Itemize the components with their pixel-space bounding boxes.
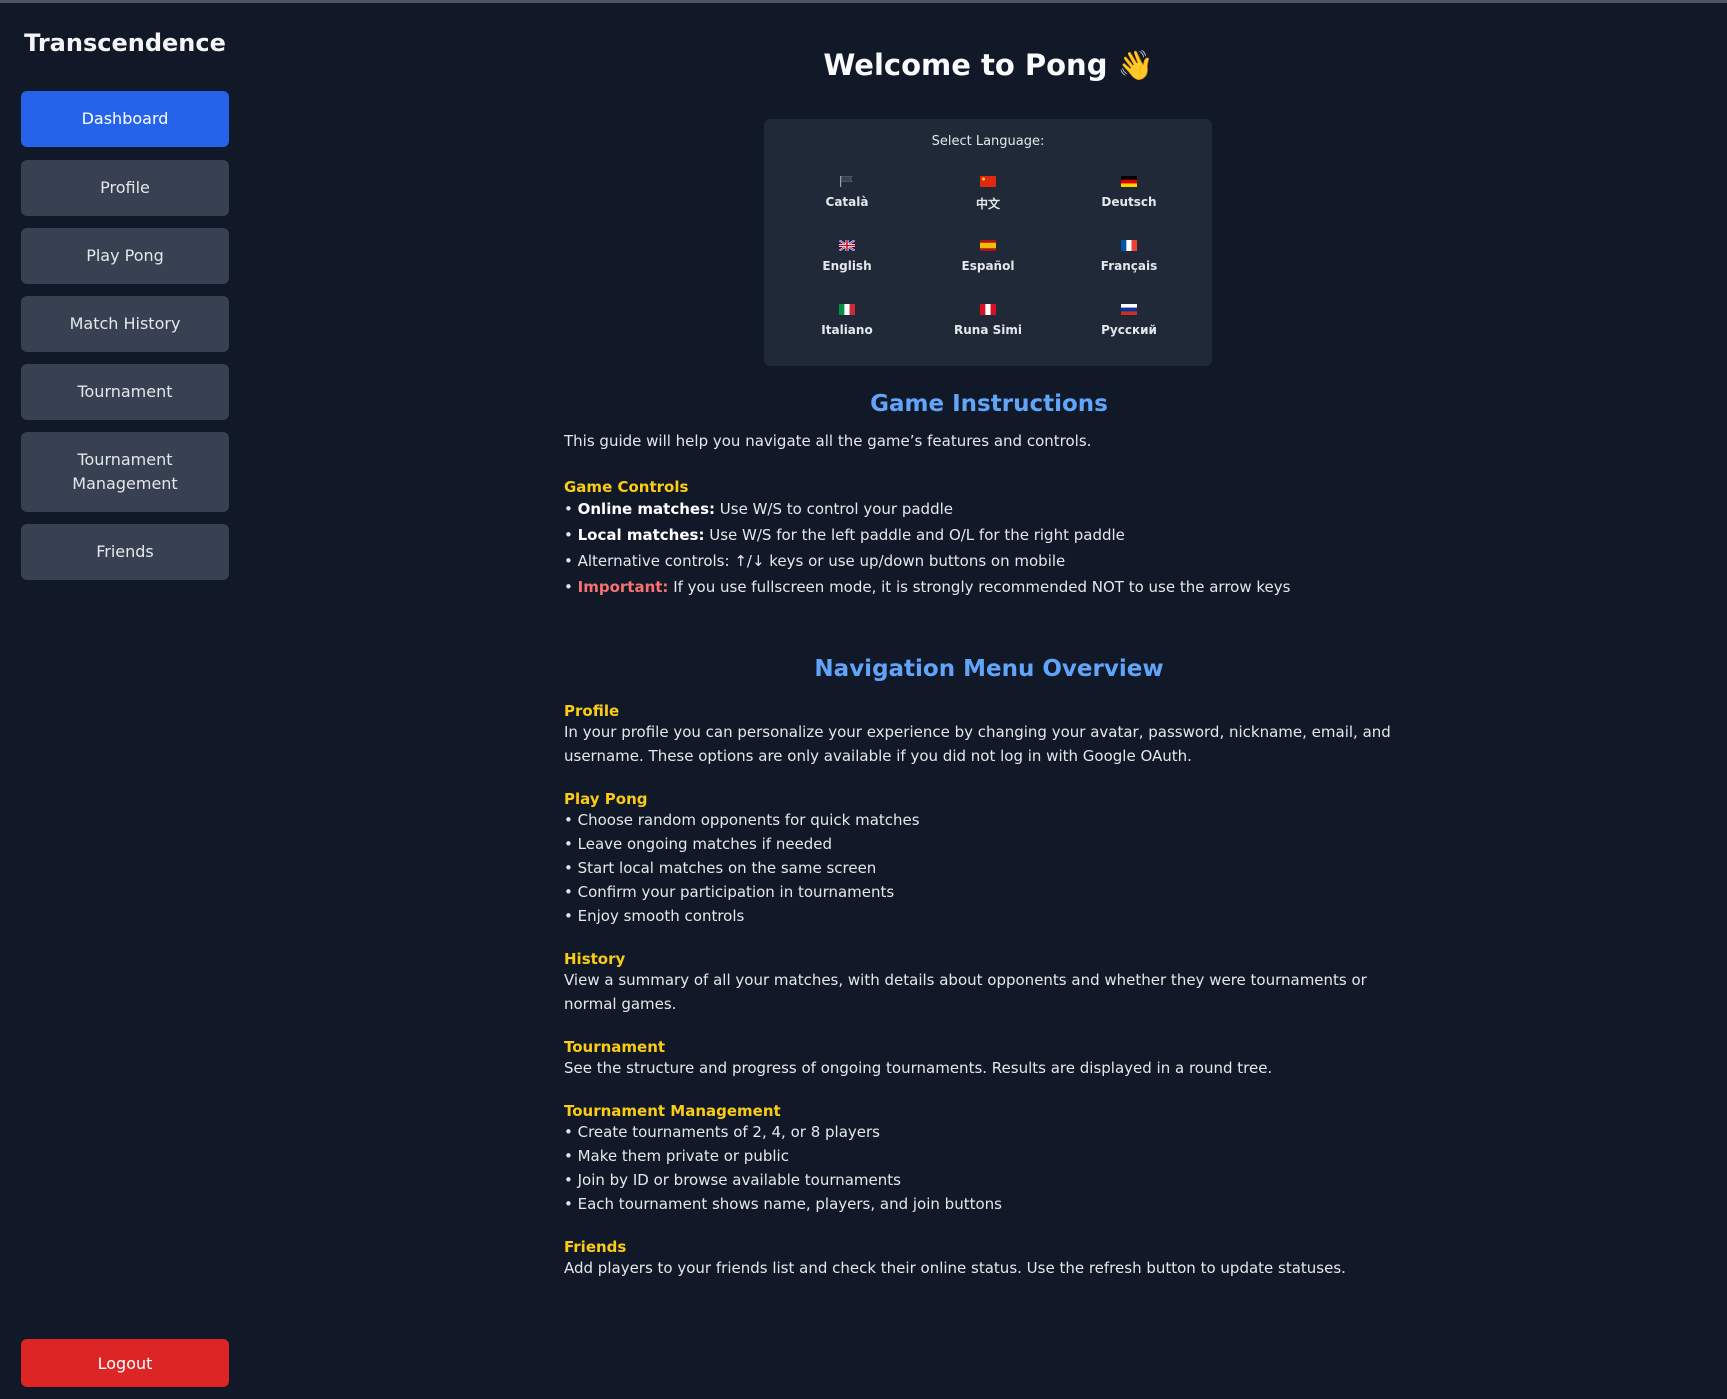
navigation-overview-title: Navigation Menu Overview bbox=[814, 656, 1164, 682]
list-item: • Enjoy smooth controls bbox=[564, 907, 745, 925]
control-important: • Important: If you use fullscreen mode,… bbox=[564, 578, 1291, 596]
language-label: 中文 bbox=[975, 197, 1000, 211]
control-local: • Local matches: Use W/S for the left pa… bbox=[564, 526, 1125, 544]
spain-flag-icon bbox=[980, 240, 996, 251]
list-item: • Each tournament shows name, players, a… bbox=[564, 1195, 1002, 1213]
list-item: • Start local matches on the same screen bbox=[564, 859, 877, 877]
language-label: English bbox=[822, 259, 872, 273]
language-option-francais[interactable]: Français bbox=[1069, 240, 1189, 290]
list-item: • Confirm your participation in tourname… bbox=[564, 883, 895, 901]
language-label: Runa Simi bbox=[954, 323, 1022, 337]
list-item: • Create tournaments of 2, 4, or 8 playe… bbox=[564, 1123, 880, 1141]
italy-flag-icon bbox=[839, 304, 855, 315]
nav-dashboard-button[interactable]: Dashboard bbox=[21, 91, 229, 147]
nav-play-pong-button[interactable]: Play Pong bbox=[21, 228, 229, 284]
game-controls-heading: Game Controls bbox=[564, 478, 689, 496]
tournament-heading: Tournament bbox=[564, 1038, 666, 1056]
peru-flag-icon bbox=[980, 304, 996, 315]
language-option-espanol[interactable]: Español bbox=[928, 240, 1048, 290]
language-option-english[interactable]: English bbox=[787, 240, 907, 290]
nav-match-history-button[interactable]: Match History bbox=[21, 296, 229, 352]
language-selector: Select Language: Català 中文 Deutsch Engli… bbox=[764, 119, 1212, 366]
language-label: Deutsch bbox=[1101, 195, 1157, 209]
germany-flag-icon bbox=[1121, 176, 1137, 187]
language-option-runa-simi[interactable]: Runa Simi bbox=[928, 304, 1048, 354]
nav-tournament-button[interactable]: Tournament bbox=[21, 364, 229, 420]
language-option-russian[interactable]: Русский bbox=[1069, 304, 1189, 354]
main-content: Welcome to Pong 👋 Select Language: Catal… bbox=[250, 0, 1727, 1399]
profile-description: In your profile you can personalize your… bbox=[564, 723, 1391, 765]
language-option-catala[interactable]: Català bbox=[787, 176, 907, 226]
nav-tournament-management-button[interactable]: Tournament Management bbox=[21, 432, 229, 512]
list-item: • Leave ongoing matches if needed bbox=[564, 835, 833, 853]
control-online: • Online matches: Use W/S to control you… bbox=[564, 500, 953, 518]
catalan-flag-icon bbox=[840, 176, 853, 187]
history-description: View a summary of all your matches, with… bbox=[564, 971, 1367, 1013]
language-label: Español bbox=[961, 259, 1015, 273]
list-item: • Choose random opponents for quick matc… bbox=[564, 811, 920, 829]
language-label: Italiano bbox=[821, 323, 873, 337]
language-label: Français bbox=[1100, 259, 1158, 273]
uk-flag-icon bbox=[839, 240, 855, 251]
language-option-deutsch[interactable]: Deutsch bbox=[1069, 176, 1189, 226]
friends-heading: Friends bbox=[564, 1238, 627, 1256]
china-flag-icon bbox=[980, 176, 996, 187]
nav-profile-button[interactable]: Profile bbox=[21, 160, 229, 216]
list-item: • Join by ID or browse available tournam… bbox=[564, 1171, 901, 1189]
france-flag-icon bbox=[1121, 240, 1137, 251]
language-option-chinese[interactable]: 中文 bbox=[928, 176, 1048, 226]
page-title: Welcome to Pong 👋 bbox=[823, 48, 1154, 82]
language-label: Català bbox=[825, 195, 869, 209]
nav-friends-button[interactable]: Friends bbox=[21, 524, 229, 580]
control-alternative: • Alternative controls: ↑/↓ keys or use … bbox=[564, 552, 1066, 570]
language-selector-title: Select Language: bbox=[931, 134, 1045, 149]
history-heading: History bbox=[564, 950, 626, 968]
play-pong-heading: Play Pong bbox=[564, 790, 648, 808]
sidebar: Transcendence Dashboard Profile Play Pon… bbox=[0, 3, 250, 1399]
tournament-description: See the structure and progress of ongoin… bbox=[564, 1059, 1273, 1077]
language-option-italiano[interactable]: Italiano bbox=[787, 304, 907, 354]
tournament-management-heading: Tournament Management bbox=[564, 1102, 781, 1120]
profile-heading: Profile bbox=[564, 702, 620, 720]
app-title: Transcendence bbox=[24, 29, 226, 57]
language-label: Русский bbox=[1101, 323, 1157, 337]
russia-flag-icon bbox=[1121, 304, 1137, 315]
friends-description: Add players to your friends list and che… bbox=[564, 1259, 1346, 1277]
instructions-intro: This guide will help you navigate all th… bbox=[564, 432, 1092, 450]
game-instructions-title: Game Instructions bbox=[870, 391, 1108, 417]
list-item: • Make them private or public bbox=[564, 1147, 789, 1165]
logout-button[interactable]: Logout bbox=[21, 1339, 229, 1387]
instructions-content: Game Instructions This guide will help y… bbox=[564, 380, 1414, 1280]
